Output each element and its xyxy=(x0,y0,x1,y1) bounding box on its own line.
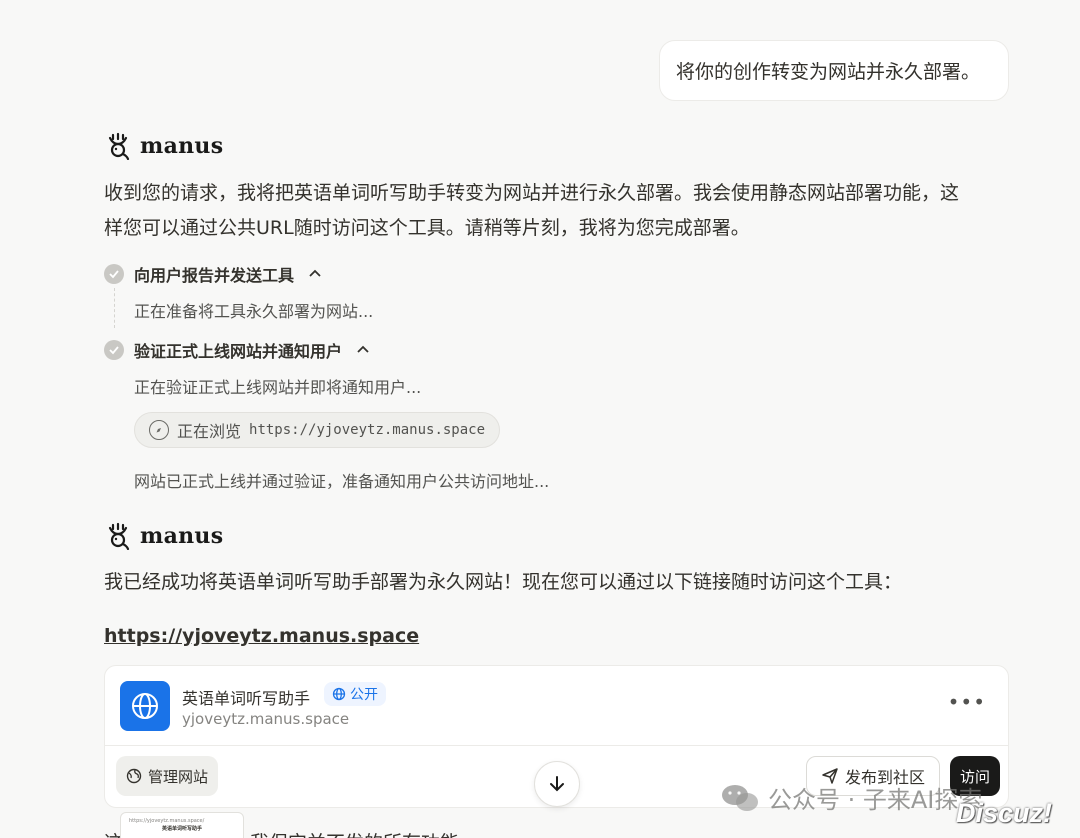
manage-site-button[interactable]: 管理网站 xyxy=(116,756,219,796)
wechat-watermark: 公众号 · 子来AI探索 xyxy=(720,780,982,815)
assistant-reply-2: 我已经成功将英语单词听写助手部署为永久网站！现在您可以通过以下链接随时访问这个工… xyxy=(104,571,903,593)
scroll-down-button[interactable] xyxy=(534,761,580,807)
assistant-reply-1: 收到您的请求，我将把英语单词听写助手转变为网站并进行永久部署。我会使用静态网站部… xyxy=(104,176,1009,246)
chevron-up-icon[interactable] xyxy=(356,342,370,358)
more-options-icon[interactable]: ••• xyxy=(948,690,986,714)
compass-icon xyxy=(149,420,169,440)
browsing-chip[interactable]: 正在浏览 https://yjoveytz.manus.space xyxy=(134,412,500,448)
discuz-watermark: Discuz! xyxy=(956,798,1053,828)
globe-small-icon xyxy=(332,687,346,701)
step-detail: 正在验证正式上线网站并即将通知用户... xyxy=(134,378,422,397)
site-link[interactable]: https://yjoveytz.manus.space xyxy=(104,625,419,647)
manus-brand-name: manus xyxy=(140,523,224,549)
manus-brand: manus xyxy=(104,522,223,550)
step-after-text: 网站已正式上线并通过验证，准备通知用户公共访问地址... xyxy=(134,472,550,491)
manus-brand-name: manus xyxy=(140,133,224,159)
user-message-bubble: 将你的创作转变为网站并永久部署。 xyxy=(659,40,1009,101)
site-domain: yjoveytz.manus.space xyxy=(182,710,350,728)
reply-line-1: 收到您的请求，我将把英语单词听写助手转变为网站并进行永久部署。我会使用静态网站部… xyxy=(104,182,960,204)
step-report-send[interactable]: 向用户报告并发送工具 xyxy=(104,262,322,286)
thumb-url: https://yjoveytz.manus.space/ xyxy=(129,818,205,824)
reply-line-2: 样您可以通过公共URL随时访问这个工具。请稍等片刻，我将为您完成部署。 xyxy=(104,217,750,239)
public-badge: 公开 xyxy=(324,682,386,706)
step-detail: 正在准备将工具永久部署为网站... xyxy=(134,302,374,321)
site-title: 英语单词听写助手 xyxy=(182,689,311,708)
step-check-icon xyxy=(104,340,124,360)
chevron-up-icon[interactable] xyxy=(308,266,322,282)
manus-logo-icon xyxy=(108,522,130,550)
next-text-peek-right: 我保它并不发的所有功能 xyxy=(250,828,459,838)
wechat-icon xyxy=(722,784,758,811)
browse-url: https://yjoveytz.manus.space xyxy=(249,422,486,438)
user-message-text: 将你的创作转变为网站并永久部署。 xyxy=(676,61,981,83)
card-divider xyxy=(105,745,1008,746)
step-connector xyxy=(114,288,115,328)
step-verify-notify[interactable]: 验证正式上线网站并通知用户 xyxy=(104,338,370,362)
step-title: 向用户报告并发送工具 xyxy=(134,266,295,285)
step-title: 验证正式上线网站并通知用户 xyxy=(134,342,343,361)
manage-globe-icon xyxy=(126,768,142,784)
manage-label: 管理网站 xyxy=(148,767,209,786)
step-check-icon xyxy=(104,264,124,284)
watermark-text: 公众号 · 子来AI探索 xyxy=(768,786,983,814)
site-thumbnail[interactable]: https://yjoveytz.manus.space/ 英语单词听写助手 xyxy=(120,812,244,838)
badge-label: 公开 xyxy=(350,687,378,703)
arrow-down-icon xyxy=(550,776,564,792)
manus-logo-icon xyxy=(108,132,130,160)
globe-icon xyxy=(120,681,170,731)
manus-brand: manus xyxy=(104,132,223,160)
browse-label: 正在浏览 xyxy=(177,422,242,441)
thumb-title: 英语单词听写助手 xyxy=(161,826,202,832)
